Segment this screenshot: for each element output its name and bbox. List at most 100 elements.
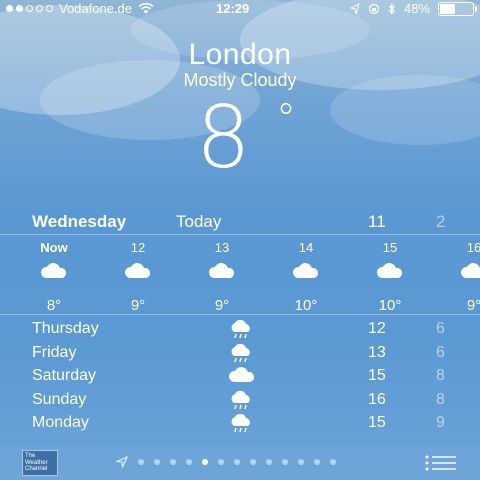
page-dot[interactable] <box>202 459 208 465</box>
hourly-icon-wrap <box>192 263 252 293</box>
cloud-icon <box>208 263 235 278</box>
page-dot[interactable] <box>266 459 272 465</box>
today-low: 2 <box>436 212 446 231</box>
daily-forecast[interactable]: Thursday 12 6 Friday 13 6 Saturday 15 8 Sunday 16 8… <box>0 318 480 436</box>
divider <box>0 314 480 315</box>
status-right-group: 48% <box>349 1 477 16</box>
hourly-temperature: 10° <box>294 297 318 314</box>
hourly-icon-wrap <box>444 263 480 293</box>
city-name: London <box>188 38 292 71</box>
daily-high: 15 <box>368 414 386 431</box>
page-indicator[interactable] <box>116 456 336 468</box>
daily-row: Monday 15 9 <box>0 412 480 436</box>
daily-row: Thursday 12 6 <box>0 318 480 342</box>
daily-low: 6 <box>436 343 445 361</box>
hourly-time: 13 <box>214 240 230 255</box>
daily-day: Friday <box>32 343 77 361</box>
carrier-group: Vodafone.de <box>6 1 154 16</box>
today-label: Today <box>176 212 222 231</box>
hourly-item: 16 9° <box>444 236 480 314</box>
hourly-item: 15 10° <box>360 236 420 314</box>
page-dot[interactable] <box>138 459 144 465</box>
cloud-icon <box>460 263 480 278</box>
daily-high: 12 <box>368 320 386 337</box>
page-dot[interactable] <box>154 459 160 465</box>
hourly-time: 12 <box>130 240 146 255</box>
hourly-time: 14 <box>298 240 314 255</box>
daily-day: Monday <box>32 414 89 431</box>
hourly-forecast[interactable]: Now 8° 12 9° 13 9° 14 10° 15 10° 16 9° <box>0 236 480 314</box>
signal-strength-icon <box>6 5 53 12</box>
daily-high: 13 <box>368 343 386 361</box>
rain-cloud-icon <box>231 390 250 409</box>
today-summary-row: Wednesday Today 11 2 <box>0 212 480 234</box>
rain-cloud-icon <box>231 319 250 339</box>
today-high: 11 <box>368 212 386 231</box>
page-dot[interactable] <box>330 459 336 465</box>
hourly-icon-wrap <box>276 263 336 293</box>
page-dot[interactable] <box>250 459 256 465</box>
bluetooth-icon <box>388 2 395 15</box>
daily-low: 9 <box>436 414 445 431</box>
rotation-lock-icon <box>368 3 380 14</box>
bottom-toolbar: The Weather Channel <box>0 444 480 480</box>
page-dot[interactable] <box>218 459 224 465</box>
status-bar: Vodafone.de 12:29 48% <box>0 0 480 18</box>
page-dot[interactable] <box>170 459 176 465</box>
battery-icon <box>438 1 477 16</box>
daily-row: Sunday 16 8 <box>0 389 480 413</box>
current-location-icon <box>116 456 128 468</box>
city-list-icon[interactable] <box>424 454 458 472</box>
current-temperature: 8 ° <box>196 88 296 188</box>
signal-dot <box>6 5 13 12</box>
hourly-temperature: 9° <box>130 297 146 314</box>
page-dot[interactable] <box>314 459 320 465</box>
location-arrow-icon <box>349 2 360 14</box>
daily-high: 16 <box>368 390 386 408</box>
cloud-icon <box>228 367 255 382</box>
hourly-item: Now 8° <box>24 236 84 314</box>
hourly-temperature: 10° <box>378 297 402 314</box>
hourly-item: 13 9° <box>192 236 252 314</box>
carrier-name: Vodafone.de <box>59 1 133 16</box>
signal-dot <box>26 5 33 12</box>
today-day: Wednesday <box>32 212 127 231</box>
daily-low: 8 <box>436 390 445 408</box>
signal-dot <box>16 5 23 12</box>
hourly-time: 16 <box>466 240 480 255</box>
hourly-temperature: 9° <box>214 297 230 314</box>
hourly-item: 14 10° <box>276 236 336 314</box>
daily-day: Thursday <box>32 320 99 337</box>
rain-cloud-icon <box>231 343 250 362</box>
daily-day: Saturday <box>32 367 97 384</box>
daily-low: 6 <box>436 320 445 337</box>
status-time: 12:29 <box>216 1 250 16</box>
hourly-time: 15 <box>382 240 398 255</box>
wifi-icon <box>138 2 154 14</box>
page-dot[interactable] <box>282 459 288 465</box>
hourly-temperature: 9° <box>466 297 480 314</box>
cloud-icon <box>40 263 67 278</box>
hourly-temperature: 8° <box>46 297 62 314</box>
hourly-icon-wrap <box>24 263 84 293</box>
divider <box>0 234 480 235</box>
battery-percent: 48% <box>403 1 430 16</box>
page-dot[interactable] <box>298 459 304 465</box>
daily-high: 15 <box>368 367 386 384</box>
hourly-icon-wrap <box>108 263 168 293</box>
hourly-time: Now <box>40 240 68 255</box>
daily-low: 8 <box>436 367 445 384</box>
page-dot[interactable] <box>186 459 192 465</box>
daily-icon-wrap <box>228 413 254 439</box>
cloud-icon <box>292 263 319 278</box>
daily-day: Sunday <box>32 390 87 408</box>
signal-dot <box>36 5 43 12</box>
rain-cloud-icon <box>231 413 250 433</box>
page-dot[interactable] <box>234 459 240 465</box>
cloud-icon <box>124 263 151 278</box>
degree-symbol: ° <box>276 96 296 142</box>
weather-channel-logo[interactable]: The Weather Channel <box>22 450 58 476</box>
cloud-icon <box>376 263 403 278</box>
signal-dot <box>46 5 53 12</box>
daily-row: Friday 13 6 <box>0 342 480 366</box>
